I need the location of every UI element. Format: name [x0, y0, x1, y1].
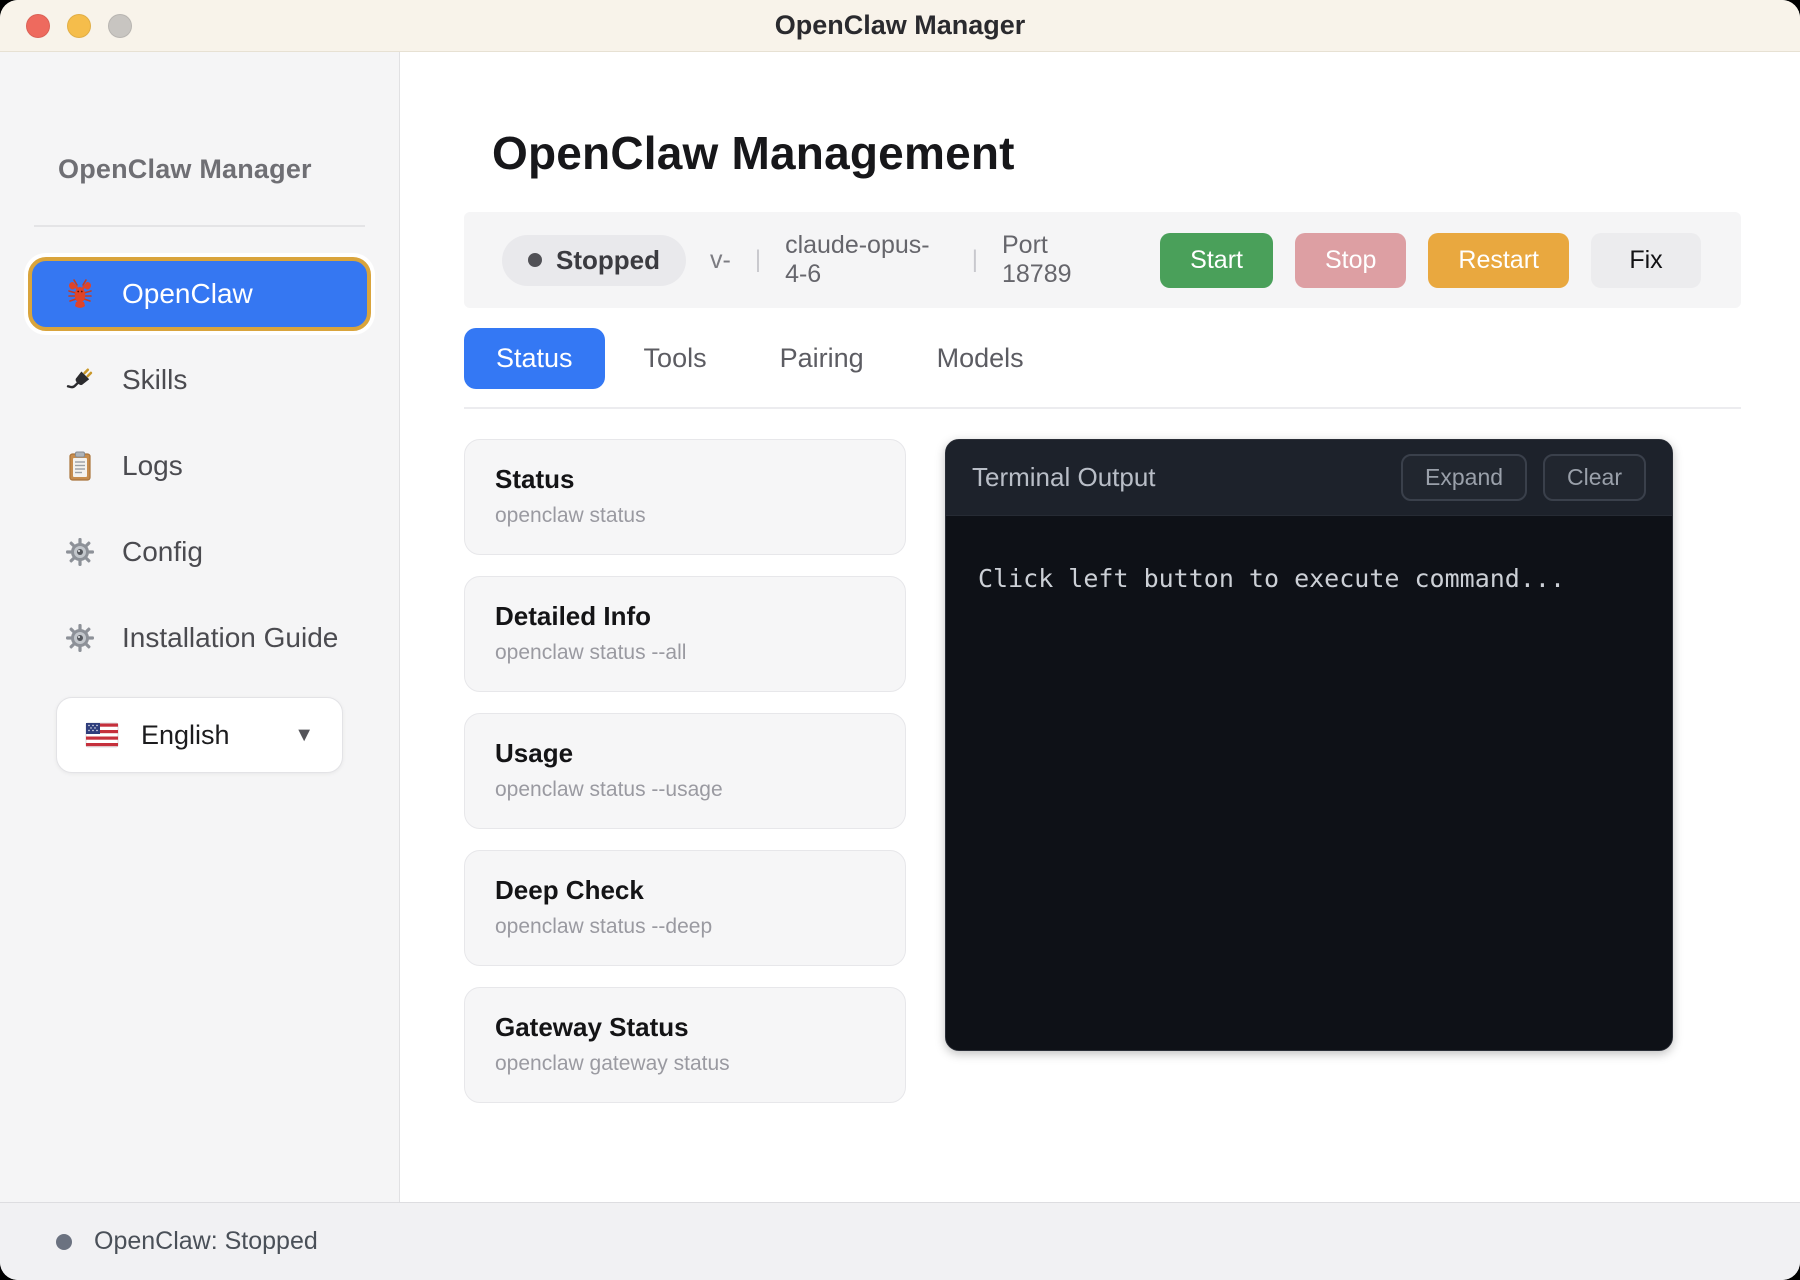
plug-icon [64, 364, 96, 396]
command-string: openclaw status --usage [495, 778, 875, 802]
sidebar-divider [34, 225, 365, 227]
sidebar: OpenClaw Manager [0, 52, 400, 1202]
command-card-gateway-status[interactable]: Gateway Status openclaw gateway status [464, 987, 906, 1103]
command-list: Status openclaw status Detailed Info ope… [464, 439, 906, 1103]
terminal-output: Click left button to execute command... [946, 516, 1672, 1050]
sidebar-item-label: OpenClaw [122, 278, 253, 310]
status-badge-label: Stopped [556, 245, 660, 276]
app-window: OpenClaw Manager OpenClaw Manager [0, 0, 1800, 1280]
sidebar-item-label: Config [122, 536, 203, 568]
close-window-button[interactable] [26, 14, 50, 38]
tab-tools[interactable]: Tools [610, 328, 741, 389]
app-statusbar: OpenClaw: Stopped [0, 1202, 1800, 1280]
us-flag-icon [85, 722, 119, 748]
sidebar-item-label: Skills [122, 364, 187, 396]
terminal-header: Terminal Output Expand Clear [946, 440, 1672, 516]
clear-button[interactable]: Clear [1543, 454, 1646, 501]
control-bar: Stopped v- | claude-opus-4-6 | Port 1878… [464, 212, 1741, 308]
sidebar-header: OpenClaw Manager [58, 154, 371, 185]
language-label: English [141, 720, 230, 751]
command-card-deep-check[interactable]: Deep Check openclaw status --deep [464, 850, 906, 966]
lobster-icon [64, 278, 96, 310]
window-title: OpenClaw Manager [775, 10, 1026, 41]
command-card-detailed-info[interactable]: Detailed Info openclaw status --all [464, 576, 906, 692]
tab-pairing[interactable]: Pairing [746, 328, 898, 389]
command-card-status[interactable]: Status openclaw status [464, 439, 906, 555]
command-card-usage[interactable]: Usage openclaw status --usage [464, 713, 906, 829]
footer-status-text: OpenClaw: Stopped [94, 1227, 318, 1256]
tab-status[interactable]: Status [464, 328, 605, 389]
command-string: openclaw status --all [495, 641, 875, 665]
control-buttons: Start Stop Restart Fix [1160, 233, 1701, 288]
expand-button[interactable]: Expand [1401, 454, 1527, 501]
terminal-placeholder-text: Click left button to execute command... [978, 564, 1565, 593]
sidebar-item-label: Installation Guide [122, 622, 338, 654]
clipboard-icon [64, 450, 96, 482]
restart-button[interactable]: Restart [1428, 233, 1569, 288]
footer-status-dot-icon [56, 1234, 72, 1250]
command-string: openclaw status [495, 504, 875, 528]
gear-icon [64, 622, 96, 654]
command-string: openclaw status --deep [495, 915, 875, 939]
stop-button[interactable]: Stop [1295, 233, 1406, 288]
terminal-title: Terminal Output [972, 462, 1156, 493]
status-dot-icon [528, 253, 542, 267]
start-button[interactable]: Start [1160, 233, 1273, 288]
traffic-lights [26, 0, 132, 51]
separator: | [755, 246, 761, 274]
sidebar-item-openclaw[interactable]: OpenClaw [28, 257, 371, 331]
sidebar-item-installation-guide[interactable]: Installation Guide [28, 601, 371, 675]
command-title: Usage [495, 738, 875, 769]
command-title: Gateway Status [495, 1012, 875, 1043]
page-title: OpenClaw Management [492, 126, 1741, 180]
separator: | [972, 246, 978, 274]
sidebar-item-logs[interactable]: Logs [28, 429, 371, 503]
titlebar: OpenClaw Manager [0, 0, 1800, 52]
sidebar-item-config[interactable]: Config [28, 515, 371, 589]
command-title: Deep Check [495, 875, 875, 906]
tabs: Status Tools Pairing Models [464, 328, 1741, 409]
main-content: OpenClaw Management Stopped v- | claude-… [400, 52, 1800, 1202]
chevron-down-icon: ▼ [294, 724, 314, 747]
gear-icon [64, 536, 96, 568]
minimize-window-button[interactable] [67, 14, 91, 38]
language-selector[interactable]: English ▼ [56, 697, 343, 773]
command-string: openclaw gateway status [495, 1052, 875, 1076]
command-title: Status [495, 464, 875, 495]
status-badge: Stopped [502, 235, 686, 286]
port-text: Port 18789 [1002, 231, 1112, 289]
sidebar-nav: OpenClaw Skills [28, 257, 371, 675]
terminal-panel: Terminal Output Expand Clear Click left … [945, 439, 1673, 1051]
fix-button[interactable]: Fix [1591, 233, 1701, 288]
app-body: OpenClaw Manager [0, 52, 1800, 1202]
sidebar-item-label: Logs [122, 450, 183, 482]
command-title: Detailed Info [495, 601, 875, 632]
sidebar-item-skills[interactable]: Skills [28, 343, 371, 417]
content-row: Status openclaw status Detailed Info ope… [464, 439, 1741, 1103]
terminal-actions: Expand Clear [1401, 454, 1646, 501]
tab-models[interactable]: Models [903, 328, 1058, 389]
model-text: claude-opus-4-6 [785, 231, 948, 289]
version-text: v- [710, 246, 731, 275]
zoom-window-button[interactable] [108, 14, 132, 38]
